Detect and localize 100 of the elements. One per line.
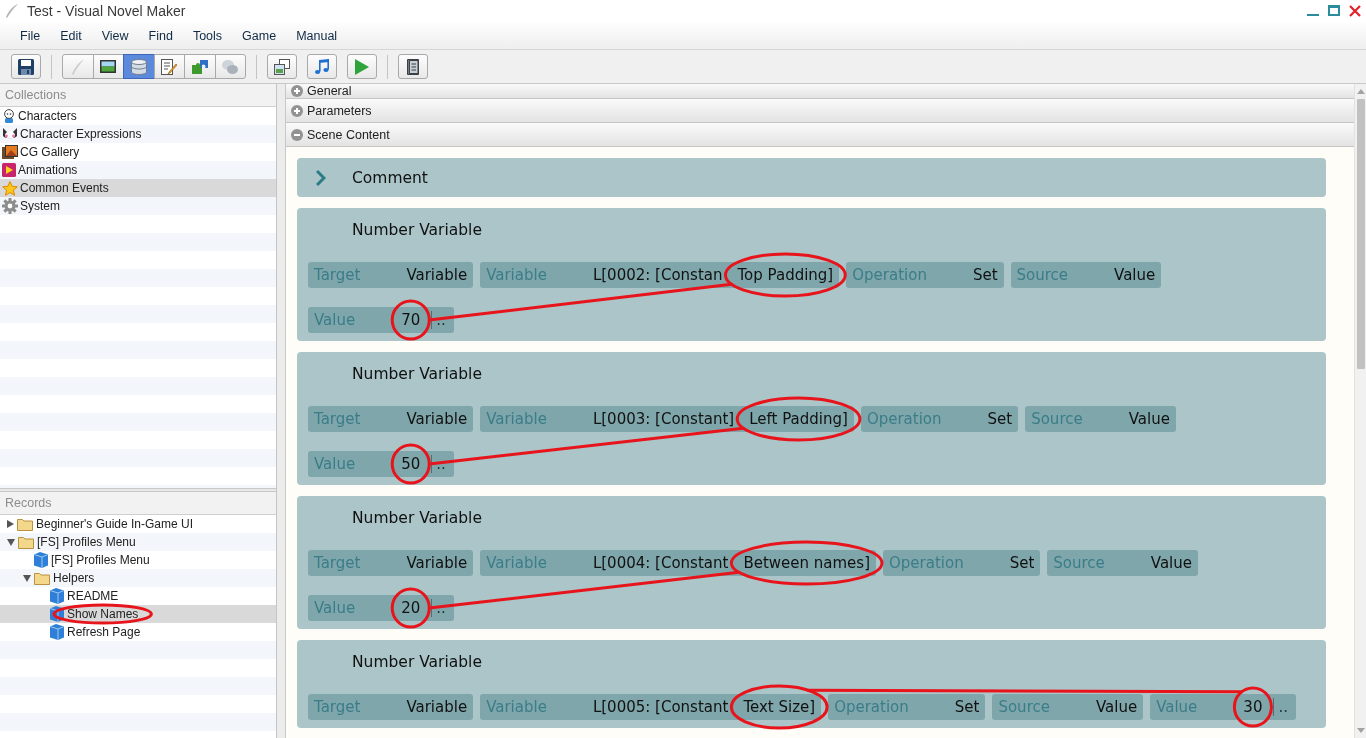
menu-item[interactable]: Tools — [182, 23, 233, 49]
toolbar-button[interactable] — [153, 54, 185, 79]
expand-arrow-icon[interactable] — [7, 520, 14, 528]
gear-icon — [2, 198, 18, 214]
parameter-field[interactable]: Operation Set — [828, 694, 986, 720]
parameter-field[interactable]: Variable L[0003: [Constant] Left Padding] — [480, 406, 854, 432]
folder-icon — [18, 535, 34, 549]
minimize-icon[interactable] — [1307, 13, 1319, 16]
field-label: Source — [998, 698, 1050, 716]
parameter-field[interactable]: Source Value — [992, 694, 1144, 720]
chevron-icon[interactable] — [316, 169, 326, 186]
collection-item[interactable]: CG Gallery — [0, 143, 276, 161]
tree-item[interactable]: [FS] Profiles Menu — [0, 533, 276, 551]
field-label: Value — [314, 599, 356, 617]
parameter-field[interactable]: Value 50 .. — [308, 451, 454, 477]
field-label: Value — [314, 311, 356, 329]
expand-arrow-icon[interactable] — [23, 574, 31, 582]
star-icon — [2, 180, 18, 196]
cat-face-icon — [2, 128, 18, 140]
command-block[interactable]: Number Variable Target Variable Variable L[0004: [Constant Between names] Operation Set Source Value Value 20 .. — [297, 496, 1326, 629]
parameter-field[interactable]: Value 20 .. — [308, 595, 454, 621]
field-label: Operation — [852, 266, 927, 284]
cube-icon — [34, 552, 48, 568]
parameter-field[interactable]: Source Value — [1010, 262, 1162, 288]
section-header[interactable]: General — [286, 84, 1354, 99]
save-icon — [18, 58, 34, 75]
toolbar-button[interactable] — [267, 54, 297, 79]
window-title: Test - Visual Novel Maker — [27, 2, 187, 19]
menu-item[interactable]: Game — [232, 23, 287, 49]
toolbar-button[interactable] — [398, 54, 428, 79]
collection-item[interactable]: Character Expressions — [0, 125, 276, 143]
field-value: 50 — [401, 455, 421, 473]
more-button[interactable]: .. — [431, 311, 448, 329]
tree-item[interactable]: Helpers — [0, 569, 276, 587]
play-icon — [355, 58, 369, 75]
picture-icon — [100, 60, 117, 73]
scrollbar[interactable] — [1354, 84, 1366, 738]
field-value: Variable — [406, 266, 468, 284]
toolbar-button[interactable] — [92, 54, 124, 79]
field-label: Source — [1016, 266, 1069, 284]
field-value: Variable — [406, 410, 468, 428]
parameter-field[interactable]: Operation Set — [883, 550, 1041, 576]
tree-item[interactable]: [FS] Profiles Menu — [0, 551, 276, 569]
music-note-icon — [315, 59, 329, 74]
command-block[interactable]: Comment — [297, 158, 1326, 197]
parameter-field[interactable]: Variable L[0004: [Constant Between names] — [480, 550, 876, 576]
parameter-field[interactable]: Value 30 .. — [1150, 694, 1296, 720]
command-block[interactable]: Number Variable Target Variable Variable L[0002: [Constan Top Padding] Operation Set Source Value Value 70 .. — [297, 208, 1326, 341]
collection-item[interactable]: System — [0, 197, 276, 215]
tree-item[interactable]: Refresh Page — [0, 623, 276, 641]
toolbar-button[interactable] — [11, 54, 41, 79]
parameter-field[interactable]: Operation Set — [860, 406, 1019, 432]
tree-item[interactable]: Show Names — [0, 605, 276, 623]
character-icon — [2, 109, 16, 123]
parameter-field[interactable]: Source Value — [1025, 406, 1176, 432]
collection-item[interactable]: Common Events — [0, 179, 276, 197]
parameter-field[interactable]: Operation Set — [846, 262, 1004, 288]
command-block[interactable]: Number Variable Target Variable Variable L[0005: [Constant Text Size] Operation Set Source Value Value 30 .. — [297, 640, 1326, 728]
more-button[interactable]: .. — [431, 599, 448, 617]
variable-name: Text Size] — [743, 698, 816, 716]
field-value: Variable — [406, 698, 468, 716]
field-value: L[0003: [Constant] — [592, 410, 735, 428]
menu-item[interactable]: Find — [138, 23, 183, 49]
field-label: Variable — [486, 410, 547, 428]
more-button[interactable]: .. — [1273, 698, 1290, 716]
field-label: Variable — [486, 554, 547, 572]
book-icon — [407, 58, 419, 75]
collection-item[interactable]: Characters — [0, 107, 276, 125]
tree-item[interactable]: README — [0, 587, 276, 605]
close-icon[interactable] — [1349, 4, 1361, 17]
tree-item[interactable]: Beginner's Guide In-Game UI — [0, 515, 276, 533]
field-value: Set — [987, 410, 1013, 428]
expand-arrow-icon[interactable] — [7, 538, 15, 546]
parameter-field[interactable]: Source Value — [1047, 550, 1198, 576]
parameter-field[interactable]: Variable L[0005: [Constant Text Size] — [480, 694, 822, 720]
collection-item[interactable]: Animations — [0, 161, 276, 179]
menu-item[interactable]: Edit — [50, 23, 92, 49]
menu-item[interactable]: View — [91, 23, 139, 49]
parameter-field[interactable]: Target Variable — [308, 694, 474, 720]
field-value: 20 — [401, 599, 421, 617]
section-header[interactable]: Scene Content — [286, 123, 1354, 147]
more-button[interactable]: .. — [431, 455, 448, 473]
command-title: Number Variable — [352, 508, 482, 529]
parameter-field[interactable]: Target Variable — [308, 550, 474, 576]
parameter-field[interactable]: Target Variable — [308, 262, 474, 288]
menu-item[interactable]: Manual — [286, 23, 348, 49]
menu-item[interactable]: File — [10, 23, 51, 49]
parameter-field[interactable]: Variable L[0002: [Constan Top Padding] — [480, 262, 840, 288]
command-block[interactable]: Number Variable Target Variable Variable L[0003: [Constant] Left Padding] Operation Set Source Value Value 50 .. — [297, 352, 1326, 485]
field-value: Value — [1128, 410, 1170, 428]
field-label: Operation — [834, 698, 909, 716]
field-label: Target — [314, 410, 361, 428]
parameter-field[interactable]: Value 70 .. — [308, 307, 454, 333]
chat-bubbles-icon — [222, 59, 239, 74]
field-label: Target — [314, 554, 361, 572]
section-header[interactable]: Parameters — [286, 99, 1354, 123]
command-title: Comment — [352, 168, 428, 187]
scrollbar-thumb[interactable] — [1356, 99, 1365, 369]
parameter-field[interactable]: Target Variable — [308, 406, 474, 432]
maximize-icon[interactable] — [1328, 5, 1340, 16]
